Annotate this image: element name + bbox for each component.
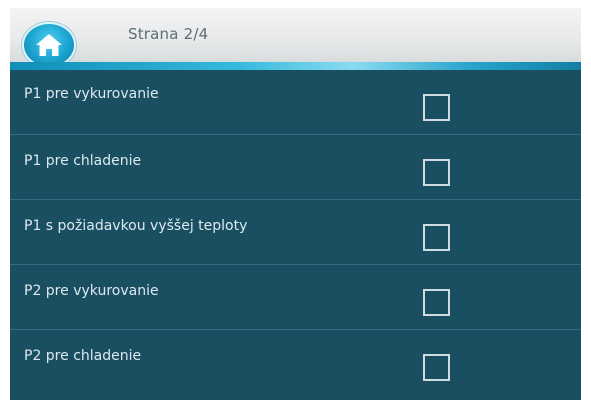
option-checkbox[interactable] xyxy=(423,289,450,316)
option-checkbox[interactable] xyxy=(423,354,450,381)
header-bar: Strana 2/4 xyxy=(10,8,581,68)
option-label: P1 s požiadavkou vyššej teploty xyxy=(24,218,248,234)
settings-screen: Strana 2/4 P1 pre vykurovanie P1 pre chl… xyxy=(10,8,581,400)
option-row-p1-heating[interactable]: P1 pre vykurovanie xyxy=(10,70,581,135)
header-divider xyxy=(10,62,581,70)
option-label: P2 pre vykurovanie xyxy=(24,283,159,299)
option-checkbox[interactable] xyxy=(423,94,450,121)
option-row-p1-cooling[interactable]: P1 pre chladenie xyxy=(10,135,581,200)
option-row-p2-heating[interactable]: P2 pre vykurovanie xyxy=(10,265,581,330)
option-row-p1-higher-temp[interactable]: P1 s požiadavkou vyššej teploty xyxy=(10,200,581,265)
page-indicator: Strana 2/4 xyxy=(128,25,209,43)
option-checkbox[interactable] xyxy=(423,224,450,251)
option-label: P1 pre vykurovanie xyxy=(24,86,159,102)
option-checkbox[interactable] xyxy=(423,159,450,186)
home-icon xyxy=(36,34,62,56)
option-label: P1 pre chladenie xyxy=(24,153,142,169)
options-list: P1 pre vykurovanie P1 pre chladenie P1 s… xyxy=(10,70,581,394)
option-label: P2 pre chladenie xyxy=(24,348,142,364)
option-row-p2-cooling[interactable]: P2 pre chladenie xyxy=(10,330,581,394)
